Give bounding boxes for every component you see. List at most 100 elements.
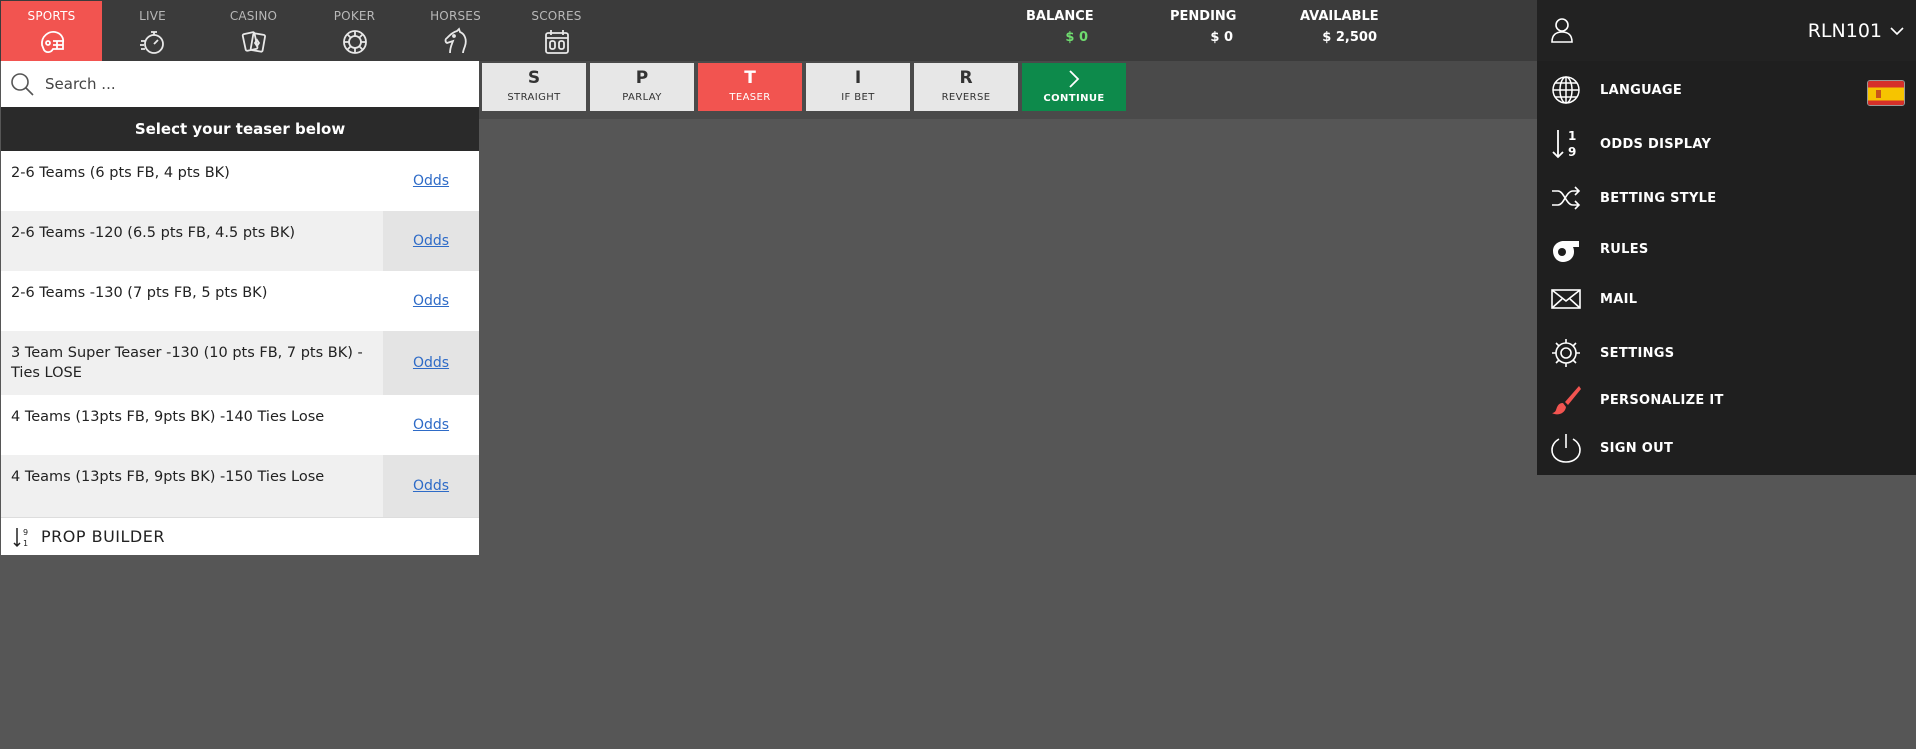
teaser-row: 2-6 Teams -120 (6.5 pts FB, 4.5 pts BK) … — [1, 211, 479, 271]
chevron-down-icon[interactable] — [1888, 22, 1906, 40]
odds-link[interactable]: Odds — [413, 173, 449, 189]
menu-settings-label: SETTINGS — [1600, 345, 1675, 361]
prop-builder-button[interactable]: 91 PROP BUILDER — [1, 517, 479, 555]
playing-cards-icon — [239, 27, 269, 57]
svg-text:1: 1 — [23, 539, 28, 548]
bet-type-parlay[interactable]: P PARLAY — [590, 63, 694, 111]
nav-horses[interactable]: HORSES — [405, 1, 506, 61]
user-account-header[interactable]: RLN101 — [1537, 0, 1916, 61]
svg-text:1: 1 — [1568, 129, 1576, 143]
nav-sports-label: SPORTS — [27, 9, 76, 23]
bet-type-straight-label: STRAIGHT — [507, 92, 561, 103]
teaser-row: 3 Team Super Teaser -130 (10 pts FB, 7 p… — [1, 331, 479, 395]
football-helmet-icon — [37, 27, 67, 57]
bet-type-teaser[interactable]: T TEASER — [698, 63, 802, 111]
balance-label: BALANCE — [1026, 9, 1094, 24]
bet-type-parlay-letter: P — [635, 68, 649, 88]
prop-builder-label: PROP BUILDER — [41, 527, 165, 546]
teaser-description: 3 Team Super Teaser -130 (10 pts FB, 7 p… — [11, 345, 363, 381]
search-input[interactable] — [45, 71, 465, 97]
menu-mail-label: MAIL — [1600, 291, 1638, 307]
nav-poker-label: POKER — [333, 9, 376, 23]
menu-rules-label: RULES — [1600, 241, 1649, 257]
teaser-description: 2-6 Teams (6 pts FB, 4 pts BK) — [11, 165, 230, 181]
bet-type-straight-letter: S — [527, 68, 541, 88]
menu-settings[interactable]: SETTINGS — [1537, 331, 1916, 375]
gear-icon — [1549, 336, 1583, 370]
envelope-icon — [1549, 282, 1583, 316]
menu-mail[interactable]: MAIL — [1537, 277, 1916, 321]
bet-type-teaser-label: TEASER — [729, 92, 771, 103]
odds-link[interactable]: Odds — [413, 417, 449, 433]
spain-flag-icon[interactable] — [1867, 80, 1905, 106]
nav-scores-label: SCORES — [531, 9, 582, 23]
bet-type-if-bet[interactable]: I IF BET — [806, 63, 910, 111]
teaser-description: 4 Teams (13pts FB, 9pts BK) -140 Ties Lo… — [11, 409, 325, 425]
teaser-panel: Select your teaser below 2-6 Teams (6 pt… — [1, 61, 479, 555]
menu-personalize[interactable]: PERSONALIZE IT — [1537, 378, 1916, 422]
menu-betting-style[interactable]: BETTING STYLE — [1537, 176, 1916, 220]
menu-sign-out[interactable]: SIGN OUT — [1537, 426, 1916, 470]
stopwatch-icon — [138, 27, 168, 57]
nav-live[interactable]: LIVE — [102, 1, 203, 61]
nav-scores[interactable]: SCORES — [506, 1, 607, 61]
search-bar — [1, 61, 479, 107]
menu-odds-display[interactable]: 19 ODDS DISPLAY — [1537, 122, 1916, 166]
continue-label: CONTINUE — [1043, 93, 1105, 104]
odds-sort-icon: 91 — [11, 526, 33, 548]
odds-link[interactable]: Odds — [413, 478, 449, 494]
bet-type-if-bet-label: IF BET — [841, 92, 875, 103]
bet-type-reverse-label: REVERSE — [941, 92, 991, 103]
odds-link[interactable]: Odds — [413, 355, 449, 371]
teaser-description: 2-6 Teams -130 (7 pts FB, 5 pts BK) — [11, 285, 268, 301]
username: RLN101 — [1807, 20, 1882, 42]
shuffle-icon — [1549, 181, 1583, 215]
poker-chip-icon — [340, 27, 370, 57]
svg-text:9: 9 — [23, 528, 28, 537]
main-nav: SPORTS LIVE CASINO POKER HORSES SCORES — [1, 1, 607, 61]
odds-link[interactable]: Odds — [413, 233, 449, 249]
menu-language[interactable]: LANGUAGE — [1537, 68, 1916, 112]
menu-language-label: LANGUAGE — [1600, 82, 1683, 98]
nav-casino[interactable]: CASINO — [203, 1, 304, 61]
continue-button[interactable]: CONTINUE — [1022, 63, 1126, 111]
scoreboard-calendar-icon — [542, 27, 572, 57]
pending-label: PENDING — [1170, 9, 1237, 24]
whistle-icon — [1549, 232, 1583, 266]
bet-type-parlay-label: PARLAY — [622, 92, 662, 103]
odds-cell: Odds — [383, 271, 479, 331]
available-stat: AVAILABLE $ 2,500 — [1300, 9, 1379, 47]
nav-horses-label: HORSES — [430, 9, 481, 23]
nav-poker[interactable]: POKER — [304, 1, 405, 61]
bet-type-reverse[interactable]: R REVERSE — [914, 63, 1018, 111]
teaser-description: 2-6 Teams -120 (6.5 pts FB, 4.5 pts BK) — [11, 225, 296, 241]
menu-sign-out-label: SIGN OUT — [1600, 440, 1674, 456]
odds-link[interactable]: Odds — [413, 293, 449, 309]
teaser-description: 4 Teams (13pts FB, 9pts BK) -150 Ties Lo… — [11, 469, 325, 485]
balance-value: $ 0 — [1065, 30, 1088, 45]
teaser-row: 4 Teams (13pts FB, 9pts BK) -150 Ties Lo… — [1, 455, 479, 517]
teaser-row: 2-6 Teams (6 pts FB, 4 pts BK) Odds — [1, 151, 479, 211]
bet-type-reverse-letter: R — [959, 68, 973, 88]
svg-text:9: 9 — [1568, 145, 1576, 159]
menu-rules[interactable]: RULES — [1537, 227, 1916, 271]
odds-cell: Odds — [383, 151, 479, 211]
odds-cell: Odds — [383, 455, 479, 517]
odds-cell: Odds — [383, 395, 479, 455]
nav-casino-label: CASINO — [229, 9, 278, 23]
balance-stat: BALANCE $ 0 — [1026, 9, 1094, 47]
chevron-right-icon — [1065, 69, 1083, 89]
teaser-header: Select your teaser below — [1, 107, 479, 151]
odds-sort-icon: 19 — [1549, 127, 1583, 161]
globe-icon — [1549, 73, 1583, 107]
odds-cell: Odds — [383, 211, 479, 271]
bet-type-straight[interactable]: S STRAIGHT — [482, 63, 586, 111]
teaser-row: 4 Teams (13pts FB, 9pts BK) -140 Ties Lo… — [1, 395, 479, 455]
teaser-row: 2-6 Teams -130 (7 pts FB, 5 pts BK) Odds — [1, 271, 479, 331]
pending-stat: PENDING $ 0 — [1170, 9, 1237, 47]
available-value: $ 2,500 — [1322, 30, 1377, 45]
user-dropdown-menu: LANGUAGE 19 ODDS DISPLAY BETTING STYLE R… — [1537, 61, 1916, 475]
available-label: AVAILABLE — [1300, 9, 1379, 24]
horse-head-icon — [441, 27, 471, 57]
nav-sports[interactable]: SPORTS — [1, 1, 102, 61]
